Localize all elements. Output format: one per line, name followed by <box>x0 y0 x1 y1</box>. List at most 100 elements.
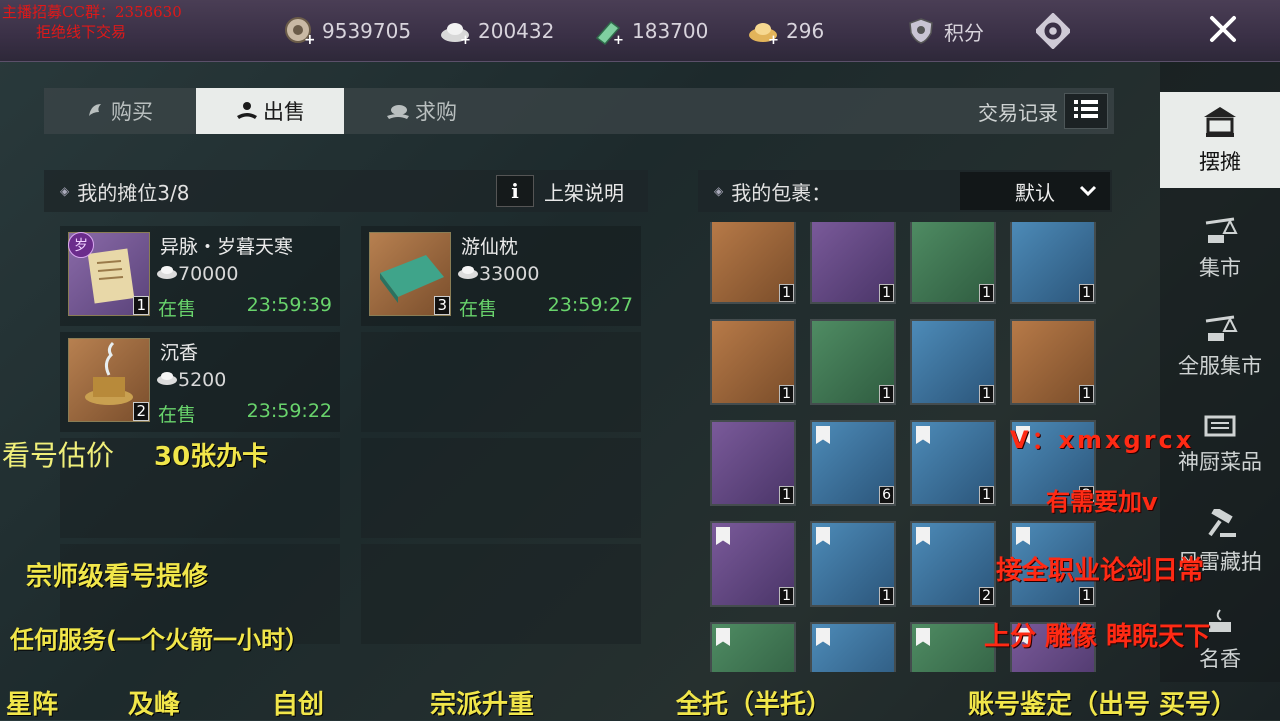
settings-button[interactable] <box>1036 13 1070 49</box>
nav-global-market[interactable]: 全服集市 <box>1160 298 1280 394</box>
points-button[interactable]: 积分 <box>904 14 984 48</box>
item-quantity: 3 <box>434 296 450 315</box>
bag-title: 我的包裹： <box>731 180 832 205</box>
slot-quantity: 1 <box>979 284 994 302</box>
currency-jade[interactable]: + 183700 <box>592 14 708 48</box>
stall-slot-3[interactable]: 2 沉香 5200 在售 23:59:22 <box>60 332 340 432</box>
slot-quantity: 1 <box>779 284 794 302</box>
overlay-card: 30张办卡 <box>154 442 269 472</box>
close-icon <box>1208 14 1238 48</box>
slot-quantity: 1 <box>979 385 994 403</box>
info-button[interactable]: i <box>496 175 534 207</box>
currency-gold[interactable]: + 296 <box>746 14 824 48</box>
nav-market[interactable]: 集市 <box>1160 200 1280 296</box>
tab-buy[interactable]: 购买 <box>44 88 194 134</box>
bag-slot[interactable] <box>810 622 896 672</box>
list-icon <box>1073 98 1099 124</box>
pillow-item-image: 3 <box>369 232 451 316</box>
bag-slot[interactable]: 1 <box>910 222 996 304</box>
stall-slot-1[interactable]: 岁 1 异脉・岁暮天寒 70000 在售 23:59:39 <box>60 226 340 326</box>
silver-ingot-icon: + <box>438 14 472 48</box>
silver-value: 200432 <box>478 19 555 43</box>
gavel-icon <box>1202 506 1238 544</box>
item-status: 在售 <box>158 404 197 426</box>
tab-buy-label: 购买 <box>111 100 153 124</box>
item-price-value: 70000 <box>178 262 239 285</box>
kitchen-icon <box>1203 413 1237 444</box>
nav-stall[interactable]: 摆摊 <box>1160 92 1280 188</box>
bag-slot[interactable]: 1 <box>910 420 996 506</box>
item-status: 在售 <box>459 298 498 320</box>
market-tabs: 购买 出售 求购 交易记录 <box>44 88 1114 134</box>
top-bar: + 9539705 + 200432 + 183700 + 296 积分 主播招… <box>0 0 1280 62</box>
bag-slot[interactable] <box>710 622 796 672</box>
bag-slot[interactable]: 1 <box>710 319 796 405</box>
bag-slot[interactable]: 1 <box>1010 222 1096 304</box>
incense-item-image: 2 <box>68 338 150 422</box>
item-timer: 23:59:27 <box>547 294 633 316</box>
bag-header: ◈ 我的包裹： 默认 <box>698 170 1112 212</box>
slot-quantity: 1 <box>979 486 994 504</box>
slot-quantity: 1 <box>779 587 794 605</box>
bag-slot[interactable]: 1 <box>910 319 996 405</box>
overlay-bottom-4: 宗派升重 <box>430 690 535 720</box>
item-status: 在售 <box>158 298 197 320</box>
gold-ingot-icon: + <box>746 14 780 48</box>
bag-slot[interactable]: 1 <box>1010 319 1096 405</box>
bag-slot[interactable]: 1 <box>810 521 896 607</box>
bookmark-icon <box>1016 527 1030 545</box>
silver-ingot-icon <box>457 262 479 285</box>
overlay-contact: V：xmxgrcx <box>1010 426 1195 454</box>
item-name: 异脉・岁暮天寒 <box>160 236 294 258</box>
item-quantity: 1 <box>133 296 149 315</box>
item-price-value: 5200 <box>178 368 227 391</box>
listing-guide-label[interactable]: 上架说明 <box>544 170 624 212</box>
stall-slot-2[interactable]: 3 游仙枕 33000 在售 23:59:27 <box>361 226 641 326</box>
sell-icon <box>235 100 259 122</box>
bookmark-icon <box>716 527 730 545</box>
stall-slot-empty[interactable] <box>361 332 641 432</box>
currency-silver[interactable]: + 200432 <box>438 14 554 48</box>
slot-quantity: 1 <box>1079 587 1094 605</box>
item-timer: 23:59:39 <box>246 294 332 316</box>
bag-slot[interactable]: 1 <box>710 222 796 304</box>
stall-slot-empty[interactable] <box>361 544 641 644</box>
trade-record-label[interactable]: 交易记录 <box>978 88 1058 134</box>
svg-text:+: + <box>768 33 779 45</box>
sort-dropdown[interactable]: 默认 <box>960 172 1110 210</box>
close-button[interactable] <box>1190 4 1256 58</box>
stall-slot-empty[interactable] <box>361 438 641 538</box>
slot-quantity: 6 <box>879 486 894 504</box>
bag-slot[interactable]: 6 <box>810 420 896 506</box>
trade-record-button[interactable] <box>1064 93 1108 129</box>
overlay-bottom-1: 星阵 <box>6 690 59 720</box>
tab-sell-label: 出售 <box>263 100 305 124</box>
overlay-master: 宗师级看号提修 <box>26 562 209 592</box>
svg-text:+: + <box>613 33 624 46</box>
season-badge: 岁 <box>68 232 94 258</box>
overlay-add-v: 有需要加v <box>1046 488 1158 516</box>
overlay-service: 任何服务(一个火箭一小时） <box>10 626 309 654</box>
gold-value: 296 <box>786 19 825 43</box>
bookmark-icon <box>816 527 830 545</box>
slot-quantity: 1 <box>779 385 794 403</box>
bag-slot[interactable]: 1 <box>710 420 796 506</box>
tab-request[interactable]: 求购 <box>346 88 496 134</box>
coin-add-icon: + <box>282 14 316 48</box>
nav-market-label: 集市 <box>1199 255 1241 280</box>
scroll-item-image: 岁 1 <box>68 232 150 316</box>
tab-sell[interactable]: 出售 <box>196 88 344 134</box>
scale-icon <box>1200 215 1240 250</box>
bag-slot[interactable]: 1 <box>810 222 896 304</box>
bag-slot[interactable]: 2 <box>910 521 996 607</box>
bag-slot[interactable]: 1 <box>810 319 896 405</box>
diamond-icon: ◈ <box>60 184 70 198</box>
silver-ingot-icon <box>156 368 178 391</box>
nav-global-market-label: 全服集市 <box>1178 353 1262 378</box>
nav-stall-label: 摆摊 <box>1199 149 1241 174</box>
bookmark-icon <box>816 426 830 444</box>
slot-quantity: 1 <box>879 385 894 403</box>
shield-icon <box>904 14 938 48</box>
bag-slot[interactable]: 1 <box>710 521 796 607</box>
currency-coins[interactable]: + 9539705 <box>282 14 411 48</box>
